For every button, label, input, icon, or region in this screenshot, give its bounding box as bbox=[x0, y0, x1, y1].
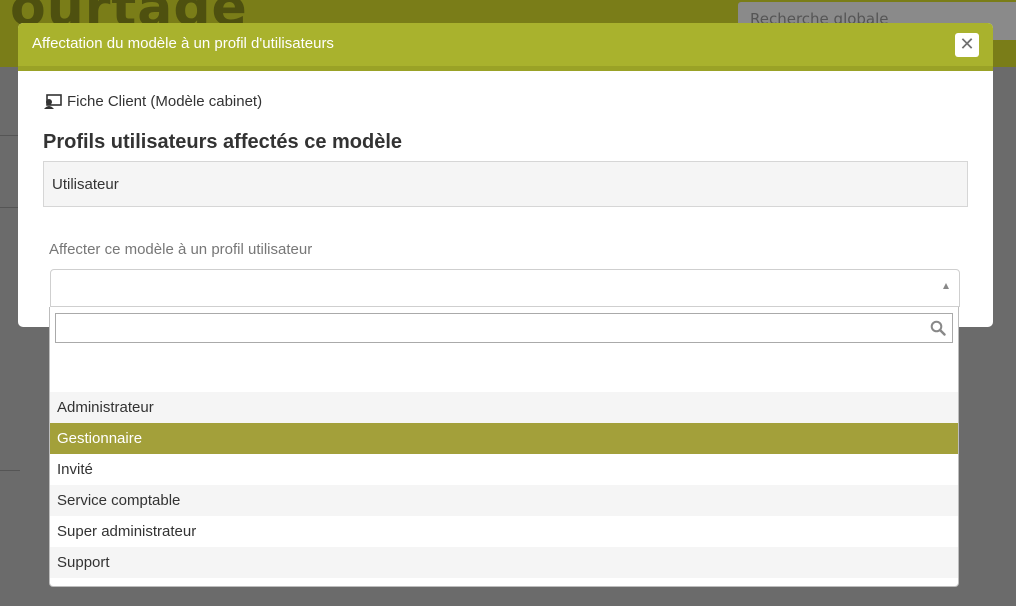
dropdown-option-service-comptable[interactable]: Service comptable bbox=[50, 485, 958, 516]
dropdown-option-super-administrateur[interactable]: Super administrateur bbox=[50, 516, 958, 547]
modal-title: Affectation du modèle à un profil d'util… bbox=[32, 35, 334, 52]
dropdown-search-input[interactable] bbox=[55, 313, 953, 343]
background-divider bbox=[0, 135, 18, 136]
dropdown-option[interactable] bbox=[50, 360, 958, 392]
template-name: Fiche Client (Modèle cabinet) bbox=[67, 93, 263, 110]
dropdown-option-administrateur[interactable]: Administrateur bbox=[50, 392, 958, 423]
assigned-profile: Utilisateur bbox=[43, 161, 968, 207]
dropdown-option-gestionnaire[interactable]: Gestionnaire bbox=[50, 423, 958, 454]
caret-up-icon[interactable] bbox=[943, 283, 949, 289]
client-card-icon bbox=[44, 93, 62, 109]
dropdown-option-support[interactable]: Support bbox=[50, 547, 958, 578]
modal-header: Affectation du modèle à un profil d'util… bbox=[18, 23, 993, 71]
dropdown-option-invite[interactable]: Invité bbox=[50, 454, 958, 485]
profile-select[interactable] bbox=[50, 269, 960, 307]
section-title: Profils utilisateurs affectés ce modèle bbox=[43, 131, 403, 153]
background-divider bbox=[0, 470, 20, 471]
close-icon: ✕ bbox=[959, 34, 975, 55]
assign-label: Affecter ce modèle à un profil utilisate… bbox=[49, 241, 313, 258]
template-info: Fiche Client (Modèle cabinet) bbox=[43, 93, 262, 110]
search-icon bbox=[930, 320, 946, 336]
profile-dropdown: Administrateur Gestionnaire Invité Servi… bbox=[49, 307, 959, 587]
dropdown-options: Administrateur Gestionnaire Invité Servi… bbox=[50, 360, 958, 578]
close-button[interactable]: ✕ bbox=[955, 33, 979, 57]
background-divider bbox=[0, 207, 18, 208]
